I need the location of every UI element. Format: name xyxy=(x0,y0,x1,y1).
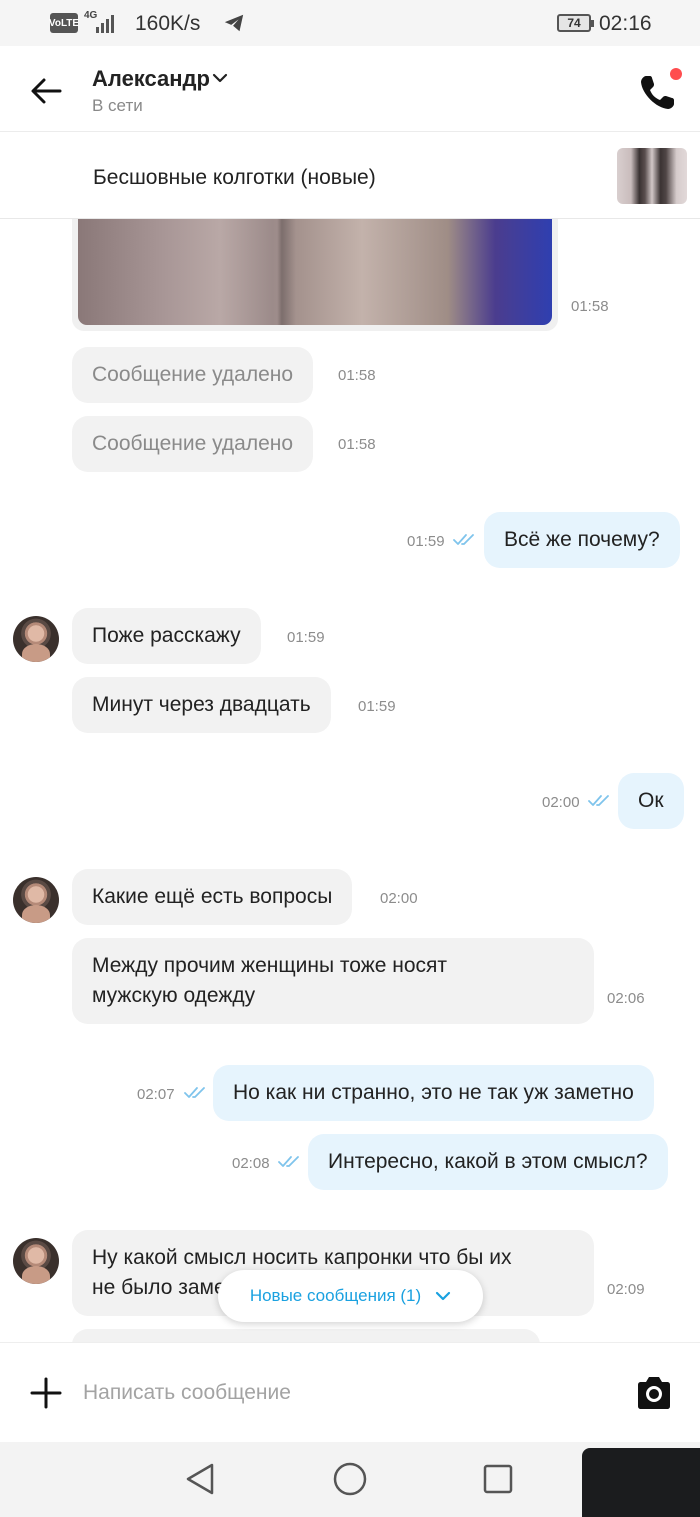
status-time: 02:16 xyxy=(599,12,652,35)
message-time: 02:06 xyxy=(607,990,645,1007)
message-text: Всё же почему? xyxy=(504,528,660,551)
read-ticks-icon xyxy=(588,795,609,806)
read-ticks-icon xyxy=(184,1087,205,1098)
incoming-message[interactable]: Какие ещё есть вопросы xyxy=(72,869,353,925)
chat-screen: VoLTE 4G 160K/s 74 02:16 Александр В сет… xyxy=(0,0,700,1517)
volte-badge: VoLTE xyxy=(49,13,79,33)
network-speed: 160K/s xyxy=(135,12,201,35)
deleted-message[interactable]: Сообщение удалено xyxy=(72,347,314,403)
chevron-down-icon xyxy=(436,1291,451,1301)
new-messages-label: Новые сообщения (1) xyxy=(249,1286,422,1305)
product-title[interactable]: Бесшовные колготки (новые) xyxy=(93,166,376,190)
deleted-message[interactable]: Сообщение удалено xyxy=(72,416,314,472)
avatar[interactable] xyxy=(13,877,59,923)
product-thumbnail[interactable] xyxy=(617,148,687,204)
product-banner[interactable]: Бесшовные колготки (новые) xyxy=(0,133,700,219)
incoming-message[interactable]: Поже расскажу xyxy=(72,608,261,664)
message-time: 02:08 xyxy=(232,1155,270,1172)
signal-icon xyxy=(96,13,114,33)
message-text: Какие ещё есть вопросы xyxy=(92,885,333,908)
message-time: 01:59 xyxy=(407,533,445,550)
message-text: Интересно, какой в этом смысл? xyxy=(328,1150,648,1173)
message-time: 02:07 xyxy=(137,1086,175,1103)
message-time: 01:59 xyxy=(358,698,396,715)
plus-icon[interactable] xyxy=(28,1375,64,1411)
nav-recent-icon[interactable] xyxy=(482,1463,514,1495)
message-text: Но как ни странно, это не так уж заметно xyxy=(233,1081,634,1104)
chat-header: Александр В сети xyxy=(0,46,700,132)
message-text: Минут через двадцать xyxy=(92,693,311,716)
nav-back-icon[interactable] xyxy=(182,1461,218,1497)
message-input[interactable] xyxy=(83,1373,603,1413)
read-ticks-icon xyxy=(278,1156,299,1167)
message-text-line: мужскую одежду xyxy=(92,984,256,1007)
message-composer xyxy=(0,1342,700,1442)
read-ticks-icon xyxy=(453,534,474,545)
incoming-message[interactable]: Минут через двадцать xyxy=(72,677,331,733)
overlay-panel xyxy=(582,1448,700,1517)
message-text: Сообщение удалено xyxy=(92,363,294,386)
message-text: Ок xyxy=(638,789,664,812)
system-nav-bar xyxy=(0,1442,700,1517)
contact-name[interactable]: Александр xyxy=(92,66,210,92)
call-badge xyxy=(670,68,682,80)
message-text-line: Между прочим женщины тоже носят xyxy=(92,954,448,977)
message-time: 02:00 xyxy=(380,890,418,907)
incoming-message[interactable]: Между прочим женщины тоже носят мужскую … xyxy=(72,938,594,1024)
message-time: 01:58 xyxy=(338,367,376,384)
incoming-message-partial[interactable] xyxy=(72,1329,540,1342)
avatar[interactable] xyxy=(13,616,59,662)
outgoing-message[interactable]: Но как ни странно, это не так уж заметно xyxy=(213,1065,654,1121)
new-messages-button[interactable]: Новые сообщения (1) xyxy=(218,1270,483,1322)
message-list[interactable]: 01:58 Сообщение удалено 01:58 Сообщение … xyxy=(0,219,700,1342)
message-text: Поже расскажу xyxy=(92,624,241,647)
avatar[interactable] xyxy=(13,1238,59,1284)
message-time: 01:58 xyxy=(338,436,376,453)
contact-status: В сети xyxy=(92,96,143,115)
outgoing-message[interactable]: Интересно, какой в этом смысл? xyxy=(308,1134,668,1190)
outgoing-message[interactable]: Ок xyxy=(618,773,684,829)
camera-icon[interactable] xyxy=(634,1373,674,1413)
message-text: Сообщение удалено xyxy=(92,432,294,455)
chevron-down-icon[interactable] xyxy=(212,72,228,84)
outgoing-message[interactable]: Всё же почему? xyxy=(484,512,680,568)
message-text-line: Ну какой смысл носить капронки что бы их xyxy=(92,1246,512,1269)
message-time: 01:58 xyxy=(571,298,609,315)
telegram-icon xyxy=(224,14,244,32)
nav-home-icon[interactable] xyxy=(332,1461,368,1497)
message-time: 01:59 xyxy=(287,629,325,646)
status-bar: VoLTE 4G 160K/s 74 02:16 xyxy=(0,0,700,46)
arrow-left-icon[interactable] xyxy=(28,76,64,106)
message-photo[interactable] xyxy=(78,219,552,325)
message-time: 02:09 xyxy=(607,1281,645,1298)
photo-message[interactable] xyxy=(72,219,558,331)
message-time: 02:00 xyxy=(542,794,580,811)
battery-indicator: 74 xyxy=(557,14,594,32)
